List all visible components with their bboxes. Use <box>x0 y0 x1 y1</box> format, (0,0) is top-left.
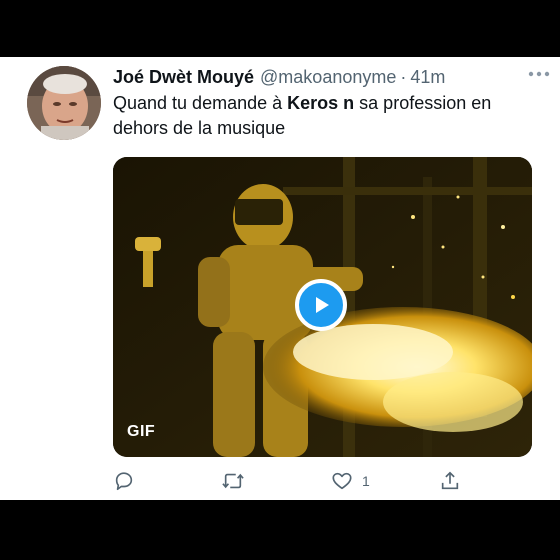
tweet-actions: 1 <box>113 467 473 495</box>
like-button[interactable]: 1 <box>331 467 370 495</box>
retweet-button[interactable] <box>221 467 245 495</box>
like-count: 1 <box>362 473 370 489</box>
retweet-icon <box>222 473 244 489</box>
play-button[interactable] <box>295 279 347 331</box>
tweet-header: Joé Dwèt Mouyé @makoanonyme · 41m <box>113 66 540 88</box>
tweet-text: Quand tu demande à Keros n sa profession… <box>113 91 543 141</box>
reply-button[interactable] <box>113 467 135 495</box>
share-button[interactable] <box>439 467 461 495</box>
tweet-timestamp[interactable]: 41m <box>410 66 445 88</box>
avatar[interactable] <box>27 66 101 140</box>
gif-media[interactable]: GIF <box>113 157 532 457</box>
heart-icon <box>332 472 352 490</box>
share-icon <box>441 471 459 490</box>
tweet-card[interactable]: Joé Dwèt Mouyé @makoanonyme · 41m Quand … <box>0 57 560 500</box>
reply-icon <box>115 472 133 491</box>
author-name[interactable]: Joé Dwèt Mouyé <box>113 66 254 88</box>
separator-dot: · <box>400 67 407 87</box>
author-handle[interactable]: @makoanonyme <box>260 66 396 88</box>
more-options-icon[interactable] <box>526 63 552 85</box>
play-icon <box>316 297 329 313</box>
tweet-text-part: Quand tu demande à <box>113 93 288 113</box>
gif-badge: GIF <box>127 423 156 440</box>
tweet-text-bold: Keros n <box>287 93 355 113</box>
